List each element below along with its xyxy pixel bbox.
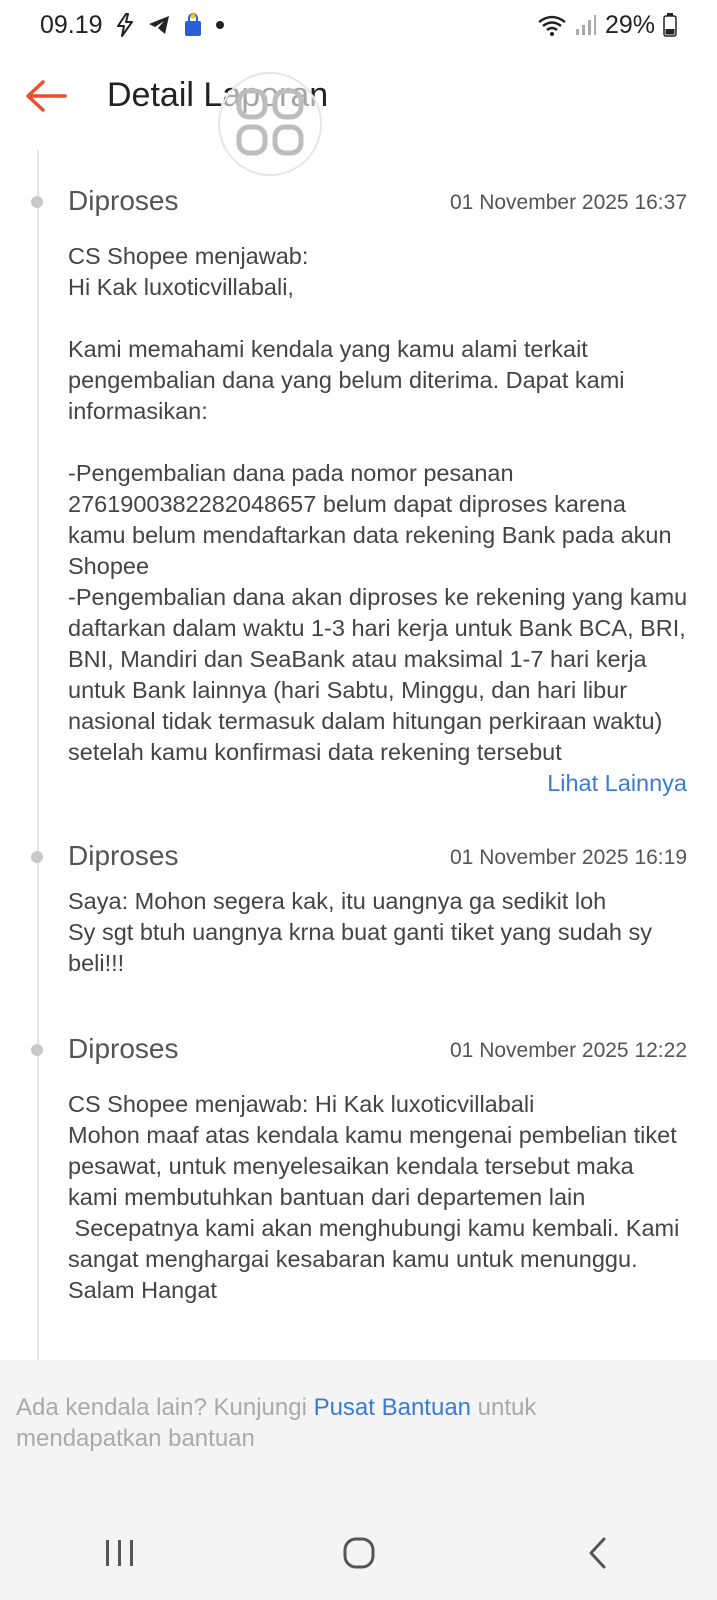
entry-time: 01 November 2025 16:37 — [450, 191, 687, 214]
home-button[interactable] — [319, 1525, 399, 1585]
status-bar: 09.19 29% — [0, 0, 717, 50]
recent-apps-button[interactable] — [80, 1525, 160, 1585]
entry-message: CS Shopee menjawab: Hi Kak luxoticvillab… — [68, 243, 688, 765]
timeline-entry: Diproses 01 November 2025 12:22 CS Shope… — [0, 1033, 717, 1360]
entry-message: CS Shopee menjawab: Hi Kak luxoticvillab… — [68, 1091, 680, 1303]
status-left: 09.19 — [40, 11, 225, 40]
timeline-dot — [31, 851, 43, 863]
help-text: Ada kendala lain? Kunjungi Pusat Bantuan… — [16, 1392, 676, 1454]
entry-time: 01 November 2025 12:22 — [450, 1039, 687, 1062]
entry-time: 01 November 2025 16:19 — [450, 846, 687, 869]
nav-back-button[interactable] — [558, 1525, 638, 1585]
help-prefix: Ada kendala lain? Kunjungi — [16, 1394, 314, 1421]
timeline-dot — [31, 1044, 43, 1056]
wifi-icon — [537, 13, 567, 37]
entry-status: Diproses — [68, 1033, 179, 1064]
back-button[interactable] — [24, 76, 68, 120]
see-more-wrap: Lihat Lainnya — [481, 768, 687, 799]
timeline-entry: Diproses 01 November 2025 16:37 CS Shope… — [0, 185, 717, 799]
battery-percent: 29% — [604, 10, 655, 39]
notification-dot-icon — [215, 20, 225, 30]
lightning-icon — [115, 13, 135, 37]
arrow-left-icon — [25, 79, 67, 117]
entry-status: Diproses — [68, 840, 179, 871]
see-more-link[interactable]: Lihat Lainnya — [541, 768, 687, 799]
entry-status: Diproses — [68, 185, 179, 216]
timeline-dot — [31, 196, 43, 208]
app-header: Detail Laporan — [0, 58, 717, 138]
report-timeline[interactable]: Diproses 01 November 2025 16:37 CS Shope… — [0, 150, 717, 1360]
battery-icon — [663, 13, 677, 37]
signal-icon — [575, 14, 597, 36]
recent-apps-icon — [103, 1538, 137, 1573]
shopping-bag-icon — [183, 13, 203, 37]
help-footer: Ada kendala lain? Kunjungi Pusat Bantuan… — [0, 1360, 717, 1600]
back-icon — [586, 1536, 610, 1575]
system-nav-bar — [0, 1510, 717, 1600]
status-right: 29% — [537, 11, 677, 40]
entry-message: Saya: Mohon segera kak, itu uangnya ga s… — [68, 888, 652, 976]
status-time: 09.19 — [40, 10, 103, 39]
timeline-entry: Diproses 01 November 2025 16:19 Saya: Mo… — [0, 840, 717, 990]
home-icon — [342, 1536, 376, 1575]
telegram-icon — [147, 14, 171, 36]
help-center-link[interactable]: Pusat Bantuan — [314, 1394, 471, 1421]
